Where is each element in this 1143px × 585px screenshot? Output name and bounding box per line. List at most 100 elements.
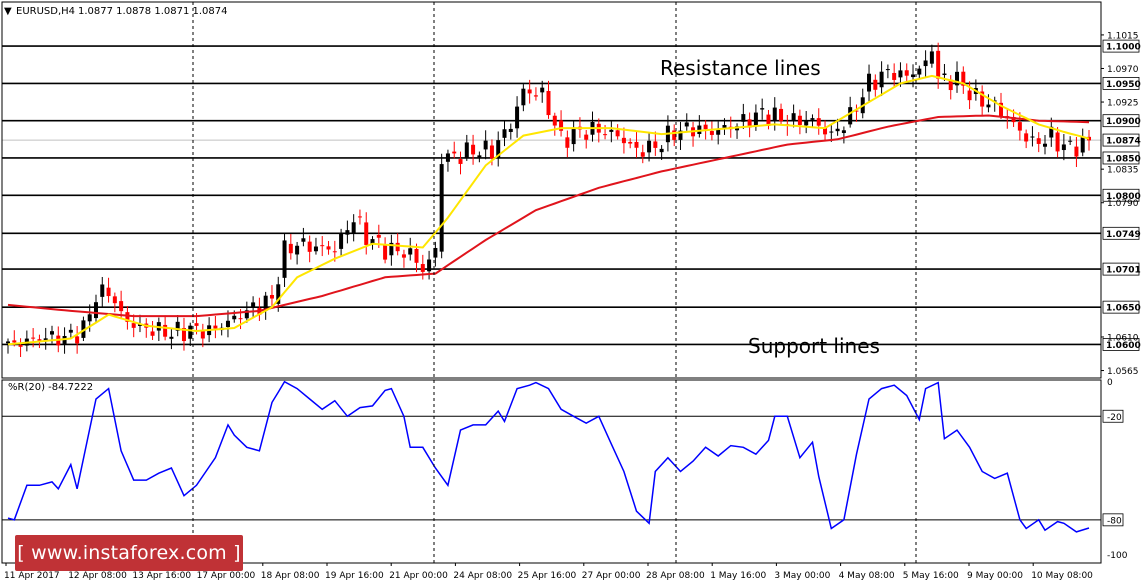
candle-body bbox=[225, 320, 230, 328]
candle-body bbox=[439, 164, 444, 252]
time-tick-label: 27 Apr 00:00 bbox=[582, 571, 641, 581]
candle-body bbox=[923, 60, 928, 67]
candle-body bbox=[1080, 136, 1085, 153]
candle-body bbox=[609, 129, 614, 132]
level-price-label: 1.0650 bbox=[1106, 304, 1141, 314]
candle-body bbox=[1061, 144, 1066, 151]
candle-body bbox=[200, 330, 205, 339]
candle-body bbox=[533, 95, 538, 97]
williams-r-line bbox=[7, 380, 1090, 533]
collapse-triangle-icon[interactable]: ▼ bbox=[4, 6, 12, 17]
price-tick-label: 1.1015 bbox=[1107, 31, 1139, 41]
candle-body bbox=[288, 243, 293, 254]
wpr-axis-label: -100 bbox=[1107, 551, 1128, 561]
candle-body bbox=[967, 90, 972, 101]
candle-body bbox=[401, 254, 406, 258]
candle-body bbox=[892, 72, 897, 80]
candle-body bbox=[477, 155, 482, 158]
time-tick-label: 9 May 00:00 bbox=[967, 571, 1023, 581]
level-price-label: 1.0701 bbox=[1106, 266, 1141, 276]
candle-body bbox=[829, 131, 834, 133]
price-tick-label: 1.0565 bbox=[1107, 367, 1139, 377]
time-tick-label: 19 Apr 16:00 bbox=[325, 571, 384, 581]
candle-body bbox=[188, 325, 193, 339]
level-price-label: 1.1000 bbox=[1106, 43, 1141, 53]
level-price-label: 1.0850 bbox=[1106, 154, 1141, 164]
indicator-label: %R(20) -84.7222 bbox=[8, 382, 93, 393]
time-tick-label: 10 May 08:00 bbox=[1031, 571, 1093, 581]
wpr-axis-label: -80 bbox=[1107, 516, 1122, 526]
candle-body bbox=[489, 145, 494, 159]
candle-body bbox=[68, 329, 73, 333]
time-tick-label: 28 Apr 08:00 bbox=[646, 571, 705, 581]
candle-body bbox=[565, 137, 570, 148]
candle-body bbox=[427, 259, 432, 272]
price-tick-label: 1.0610 bbox=[1107, 333, 1139, 343]
candle-body bbox=[904, 70, 909, 76]
time-tick-label: 25 Apr 16:00 bbox=[518, 571, 577, 581]
time-tick-label: 18 Apr 08:00 bbox=[261, 571, 320, 581]
candle-body bbox=[760, 108, 765, 110]
level-price-label: 1.0900 bbox=[1106, 117, 1141, 127]
candle-body bbox=[345, 230, 350, 235]
candle-body bbox=[339, 233, 344, 249]
time-tick-label: 13 Apr 16:00 bbox=[132, 571, 191, 581]
candle-body bbox=[238, 318, 243, 320]
candle-body bbox=[1036, 138, 1041, 144]
candle-body bbox=[414, 248, 419, 263]
candle-body bbox=[232, 315, 237, 320]
candle-body bbox=[521, 88, 526, 106]
wpr-axis-label: -20 bbox=[1107, 413, 1122, 423]
candle-body bbox=[87, 314, 92, 322]
candle-body bbox=[12, 340, 17, 343]
candle-body bbox=[31, 337, 36, 339]
candle-body bbox=[301, 238, 306, 242]
candle-body bbox=[1043, 143, 1048, 147]
slow-moving-average-line bbox=[7, 114, 1090, 318]
candle-body bbox=[867, 73, 872, 92]
candle-body bbox=[791, 113, 796, 122]
candle-body bbox=[634, 141, 639, 148]
candle-body bbox=[584, 134, 589, 140]
time-tick-label: 1 May 16:00 bbox=[710, 571, 766, 581]
candle-body bbox=[1074, 146, 1079, 157]
candle-body bbox=[659, 148, 664, 153]
instaforex-watermark: [ www.instaforex.com ] bbox=[15, 535, 243, 571]
price-tick-label: 1.0970 bbox=[1107, 65, 1139, 75]
price-tick-label: 1.0835 bbox=[1107, 166, 1139, 176]
time-tick-label: 11 Apr 2017 bbox=[4, 571, 60, 581]
candle-body bbox=[100, 284, 105, 297]
candle-body bbox=[150, 331, 155, 336]
candle-body bbox=[357, 216, 362, 218]
candle-body bbox=[1068, 140, 1073, 142]
candle-body bbox=[621, 137, 626, 144]
candle-body bbox=[911, 74, 916, 78]
candle-body bbox=[332, 251, 337, 253]
symbol-label: EURUSD,H4 bbox=[16, 6, 75, 17]
candle-body bbox=[986, 104, 991, 108]
candle-body bbox=[684, 122, 689, 127]
price-tick-label: 1.0790 bbox=[1107, 199, 1139, 209]
candle-body bbox=[942, 73, 947, 76]
candle-body bbox=[213, 325, 218, 329]
candle-body bbox=[502, 129, 507, 138]
candle-body bbox=[169, 336, 174, 339]
candle-body bbox=[546, 90, 551, 116]
candle-body bbox=[320, 245, 325, 247]
candle-body bbox=[18, 345, 23, 347]
candle-body bbox=[810, 118, 815, 120]
candle-body bbox=[508, 128, 513, 132]
candle-body bbox=[848, 107, 853, 125]
candle-body bbox=[873, 79, 878, 90]
candle-body bbox=[716, 129, 721, 135]
candle-body bbox=[307, 241, 312, 252]
candle-body bbox=[106, 287, 111, 297]
candle-body bbox=[445, 153, 450, 162]
candle-body bbox=[772, 107, 777, 121]
candle-body bbox=[571, 128, 576, 145]
candle-body bbox=[194, 323, 199, 326]
candle-body bbox=[709, 131, 714, 135]
ohlc-label: 1.0877 1.0878 1.0871 1.0874 bbox=[78, 6, 228, 17]
candle-body bbox=[804, 121, 809, 126]
candle-body bbox=[452, 151, 457, 154]
